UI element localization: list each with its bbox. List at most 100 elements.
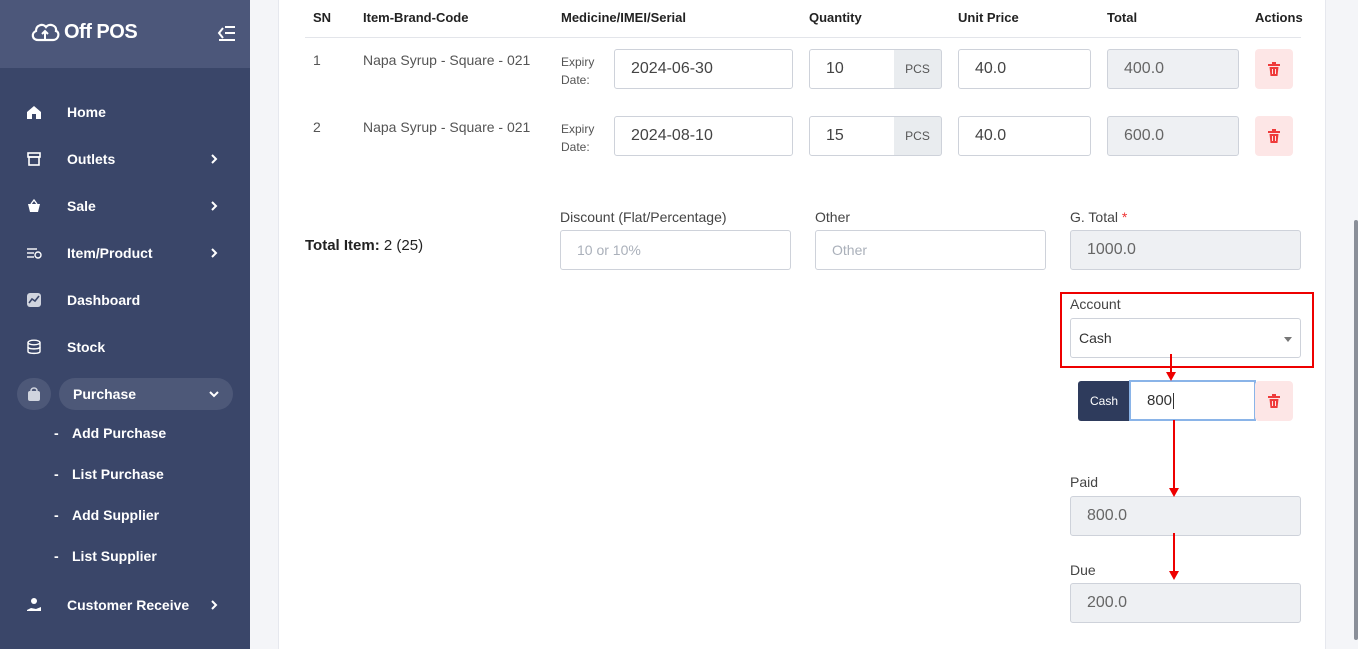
total-item-value: 2 (25) (383, 237, 424, 254)
sidebar-subitem-add-supplier[interactable]: - Add Supplier (0, 507, 250, 537)
row-item-name: Napa Syrup - Square - 021 (363, 52, 531, 68)
gtotal-field: 1000.0 (1070, 230, 1301, 270)
gtotal-label: G. Total * (1070, 209, 1128, 225)
dropdown-caret-icon (1284, 337, 1292, 342)
cloud-logo-icon (31, 23, 60, 42)
unit-label: PCS (894, 49, 942, 89)
collapse-menu-icon[interactable] (216, 24, 236, 44)
sidebar-subitem-list-supplier[interactable]: - List Supplier (0, 548, 250, 578)
unit-price-input[interactable]: 40.0 (958, 116, 1091, 156)
sidebar-subitem-label: List Purchase (72, 466, 164, 482)
sidebar-item-purchase[interactable]: Purchase (0, 374, 250, 414)
scrollbar-thumb[interactable] (1354, 220, 1358, 640)
sub-dash: - (54, 425, 59, 441)
delete-row-button[interactable] (1255, 116, 1293, 156)
other-input[interactable]: Other (815, 230, 1046, 270)
expiry-label: Expiry Date: (561, 122, 595, 154)
sidebar-item-stock[interactable]: Stock (0, 327, 250, 367)
sidebar-item-outlets[interactable]: Outlets (0, 139, 250, 179)
sub-dash: - (54, 466, 59, 482)
chevron-right-icon (211, 154, 218, 164)
sidebar-item-label: Sale (67, 198, 96, 214)
sidebar-item-label: Item/Product (67, 245, 153, 261)
quantity-input[interactable]: 10 (809, 49, 895, 89)
table-header-divider (305, 37, 1301, 38)
text-cursor (1173, 392, 1175, 409)
expiry-date-input[interactable]: 2024-08-10 (614, 116, 793, 156)
account-select-value: Cash (1079, 330, 1112, 346)
list-icon (26, 245, 42, 261)
sub-dash: - (54, 548, 59, 564)
store-icon (26, 151, 42, 167)
sidebar-item-label: Stock (67, 339, 106, 355)
row-total-field: 400.0 (1107, 49, 1239, 89)
purchase-form-card: SN Item-Brand-Code Medicine/IMEI/Serial … (278, 0, 1326, 649)
trash-icon (1268, 394, 1280, 408)
paid-label: Paid (1070, 474, 1099, 490)
bag-icon (26, 386, 42, 402)
main-content: SN Item-Brand-Code Medicine/IMEI/Serial … (250, 0, 1358, 649)
sidebar-item-sale[interactable]: Sale (0, 186, 250, 226)
sidebar-item-dashboard[interactable]: Dashboard (0, 280, 250, 320)
chevron-right-icon (211, 600, 218, 610)
expiry-label: Expiry Date: (561, 55, 595, 87)
sidebar-item-label: Outlets (67, 151, 116, 167)
payment-amount-input[interactable]: 800 (1129, 380, 1256, 421)
annotation-arrow-line (1170, 354, 1172, 374)
annotation-arrow-head (1166, 372, 1176, 381)
annotation-arrow-head (1169, 571, 1179, 580)
due-label: Due (1070, 562, 1096, 578)
trash-icon (1268, 62, 1280, 76)
payment-method-tag: Cash (1078, 381, 1130, 421)
sidebar-item-customer-receive[interactable]: Customer Receive (0, 585, 250, 625)
discount-label: Discount (Flat/Percentage) (560, 209, 727, 225)
sidebar: Off POS Home Outlets Sale Item/Product D… (0, 0, 250, 649)
account-select[interactable]: Cash (1070, 318, 1301, 358)
discount-input[interactable]: 10 or 10% (560, 230, 791, 270)
total-item-summary: Total Item: 2 (25) (305, 237, 423, 254)
sidebar-item-label: Purchase (73, 386, 137, 402)
home-icon (26, 104, 42, 120)
sidebar-item-item-product[interactable]: Item/Product (0, 233, 250, 273)
col-header-item: Item-Brand-Code (363, 10, 469, 25)
quantity-input[interactable]: 15 (809, 116, 895, 156)
annotation-arrow-head (1169, 488, 1179, 497)
account-label: Account (1070, 296, 1121, 312)
sidebar-item-label: Home (67, 104, 106, 120)
trash-icon (1268, 129, 1280, 143)
other-label: Other (815, 209, 851, 225)
chart-icon (26, 292, 42, 308)
row-sn: 1 (313, 52, 321, 68)
expiry-date-input[interactable]: 2024-06-30 (614, 49, 793, 89)
sidebar-item-home[interactable]: Home (0, 92, 250, 132)
hand-coin-icon (26, 597, 42, 613)
sidebar-item-label: Customer Receive (67, 597, 190, 613)
delete-payment-button[interactable] (1255, 381, 1293, 421)
database-icon (26, 339, 42, 355)
sidebar-subitem-label: Add Supplier (72, 507, 160, 523)
row-sn: 2 (313, 119, 321, 135)
annotation-arrow-line (1173, 533, 1175, 573)
sidebar-subitem-label: Add Purchase (72, 425, 167, 441)
basket-icon (26, 198, 42, 214)
payment-amount-value: 800 (1147, 392, 1173, 409)
sidebar-header: Off POS (0, 0, 250, 68)
chevron-right-icon (211, 201, 218, 211)
due-field: 200.0 (1070, 583, 1301, 623)
row-total-field: 600.0 (1107, 116, 1239, 156)
col-header-sn: SN (313, 10, 332, 25)
app-logo[interactable]: Off POS (30, 20, 138, 44)
col-header-medicine: Medicine/IMEI/Serial (561, 10, 686, 25)
delete-row-button[interactable] (1255, 49, 1293, 89)
col-header-unit-price: Unit Price (958, 10, 1019, 25)
chevron-right-icon (211, 248, 218, 258)
paid-field: 800.0 (1070, 496, 1301, 536)
unit-label: PCS (894, 116, 942, 156)
sidebar-subitem-add-purchase[interactable]: - Add Purchase (0, 425, 250, 455)
unit-price-input[interactable]: 40.0 (958, 49, 1091, 89)
annotation-arrow-line (1173, 420, 1175, 490)
sidebar-subitem-list-purchase[interactable]: - List Purchase (0, 466, 250, 496)
sidebar-subitem-label: List Supplier (72, 548, 157, 564)
sub-dash: - (54, 507, 59, 523)
col-header-total: Total (1107, 10, 1138, 25)
